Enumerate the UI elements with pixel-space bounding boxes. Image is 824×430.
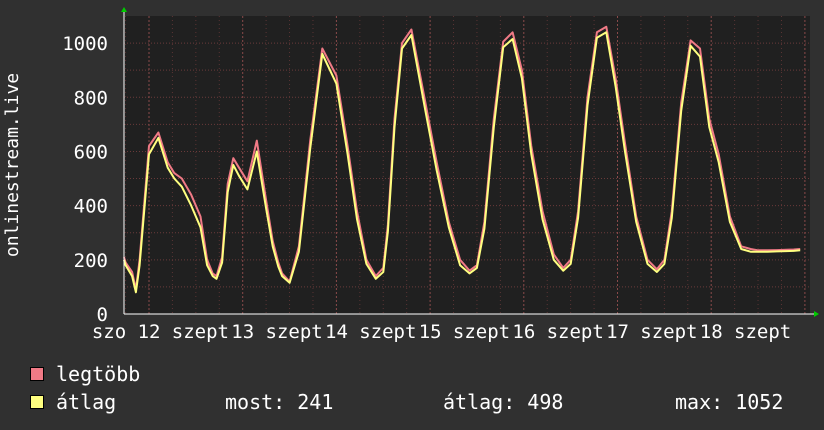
legend-swatch-legtobb (30, 367, 44, 381)
x-tick-suffix: szept (640, 321, 697, 343)
x-tick-suffix: szept (547, 321, 604, 343)
legend-item-atlag: átlag (30, 390, 116, 414)
y-tick-label: 800 (74, 87, 108, 109)
y-tick-label: 600 (74, 141, 108, 163)
x-tick-day: 13 (231, 321, 254, 343)
stat-max: max: 1052 (675, 390, 784, 414)
y-tick-label: 200 (74, 250, 108, 272)
y-tick-label: 1000 (62, 33, 108, 55)
x-tick-suffix: szept (266, 321, 323, 343)
x-tick-suffix: szept (172, 321, 229, 343)
x-tick-suffix: szept (734, 321, 791, 343)
x-tick-suffix: szept (359, 321, 416, 343)
x-tick-day: 18 (700, 321, 723, 343)
x-tick-prefix: szo (92, 321, 126, 343)
legend-swatch-atlag (30, 395, 44, 409)
x-tick-suffix: szept (453, 321, 510, 343)
legend-label-legtobb: legtöbb (56, 362, 141, 386)
x-tick-day: 15 (419, 321, 442, 343)
chart: 02004006008001000szo 12 szept 13 szept 14 szep… (2, 7, 819, 343)
x-tick-day: 12 (138, 321, 161, 343)
stat-average: átlag: 498 (443, 390, 564, 414)
x-axis-arrow (814, 311, 819, 317)
y-axis-label: onlinestream.live (2, 73, 23, 257)
x-tick-day: 16 (512, 321, 535, 343)
y-axis-arrow (121, 7, 127, 12)
x-tick-day: 17 (606, 321, 629, 343)
legend-label-atlag: átlag (56, 390, 117, 414)
stat-now: most: 241 (225, 390, 334, 414)
y-tick-label: 400 (74, 196, 108, 218)
legend-item-legtobb: legtöbb (30, 362, 140, 386)
x-tick-day: 14 (325, 321, 348, 343)
